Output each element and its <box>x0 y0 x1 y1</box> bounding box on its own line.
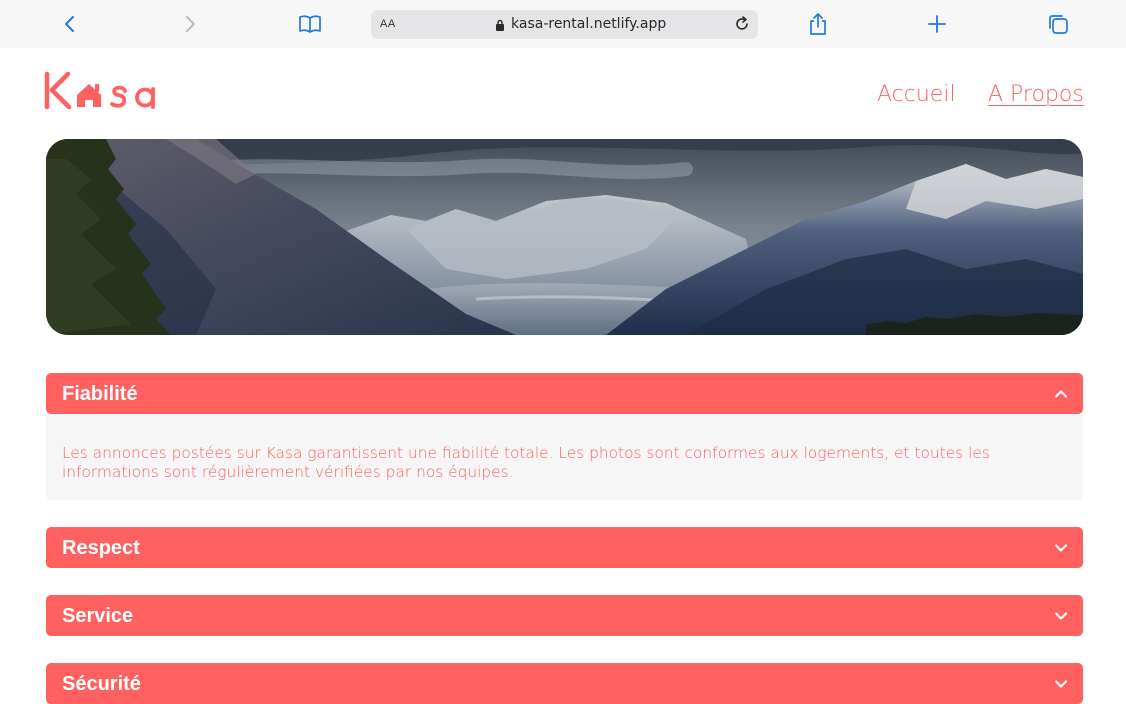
bookmarks-button[interactable] <box>295 9 325 39</box>
collapse-title: Respect <box>62 537 140 559</box>
browser-toolbar: AA kasa-rental.netlify.app <box>0 0 1126 48</box>
tabs-icon <box>1049 15 1068 34</box>
chevron-down-icon[interactable] <box>1053 540 1069 556</box>
share-button[interactable] <box>803 9 833 39</box>
about-banner-image <box>46 139 1083 335</box>
kasa-logo[interactable] <box>44 70 162 112</box>
url-text: kasa-rental.netlify.app <box>511 16 667 32</box>
forward-icon <box>186 16 195 32</box>
bookmarks-icon <box>299 15 321 33</box>
collapse-fiabilite-header[interactable]: Fiabilité <box>46 373 1083 414</box>
logo-graphic <box>44 71 155 110</box>
mountain-landscape-image <box>46 139 1083 335</box>
nav-accueil-link[interactable]: Accueil <box>877 82 956 107</box>
collapse-title: Sécurité <box>62 673 141 695</box>
chevron-down-icon[interactable] <box>1053 676 1069 692</box>
tabs-button[interactable] <box>1043 9 1073 39</box>
chevron-down-icon[interactable] <box>1053 608 1069 624</box>
back-icon <box>65 16 74 32</box>
nav-a-propos-link[interactable]: A Propos <box>988 82 1084 107</box>
reload-icon[interactable] <box>733 15 751 33</box>
address-bar[interactable]: AA kasa-rental.netlify.app <box>371 10 758 39</box>
chevron-up-icon[interactable] <box>1053 386 1069 402</box>
collapse-fiabilite-content: Les annonces postées sur Kasa garantisse… <box>46 414 1083 500</box>
reader-button[interactable]: AA <box>380 18 396 30</box>
collapse-securite-header[interactable]: Sécurité <box>46 663 1083 704</box>
forward-button[interactable] <box>175 9 205 39</box>
lock-icon <box>496 19 504 31</box>
collapse-respect-header[interactable]: Respect <box>46 527 1083 568</box>
collapse-title: Service <box>62 605 134 627</box>
collapse-title: Fiabilité <box>62 383 138 405</box>
share-icon <box>810 13 826 35</box>
collapse-service-header[interactable]: Service <box>46 595 1083 636</box>
new-tab-button[interactable] <box>922 9 952 39</box>
collapse-text: Les annonces postées sur Kasa garantisse… <box>62 444 990 481</box>
new-tab-icon <box>928 15 946 33</box>
back-button[interactable] <box>55 9 85 39</box>
